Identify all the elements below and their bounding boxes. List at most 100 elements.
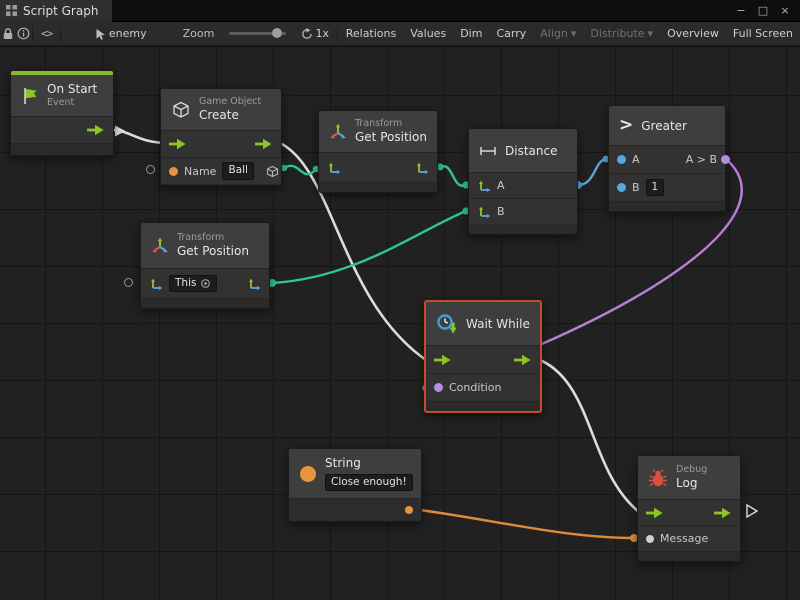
control-output-port[interactable]	[714, 507, 732, 519]
port-label: A	[632, 153, 640, 166]
node-get-position-enemy[interactable]: Transform Get Position	[318, 110, 438, 193]
port-row: This	[141, 269, 269, 299]
node-wait-while[interactable]: Wait While Condition	[424, 300, 542, 413]
minimize-icon[interactable]: −	[730, 0, 752, 22]
node-category: Debug	[676, 464, 707, 476]
control-input-port[interactable]	[434, 354, 452, 366]
zoom-slider[interactable]	[229, 32, 285, 35]
control-input-port[interactable]	[646, 507, 664, 519]
node-string-literal[interactable]: String Close enough!	[288, 448, 422, 522]
node-title: Wait While	[466, 317, 530, 331]
node-footer	[426, 402, 540, 411]
tab-script-graph[interactable]: Script Graph	[0, 0, 112, 22]
node-header: Game Object Create	[161, 89, 281, 131]
port-label: A	[497, 179, 505, 192]
port-label: Name	[184, 165, 216, 178]
distribute-button[interactable]: Distribute ▾	[583, 22, 660, 46]
vector-input-port-a[interactable]	[477, 179, 491, 193]
target-icon	[200, 278, 211, 289]
port-row: Condition	[426, 374, 540, 402]
graph-target-button[interactable]: enemy	[88, 22, 154, 46]
port-row: Message	[638, 526, 740, 552]
dim-button[interactable]: Dim	[453, 22, 489, 46]
node-header: Debug Log	[638, 456, 740, 500]
name-value: Ball	[228, 164, 247, 178]
result-output-port[interactable]	[721, 155, 730, 164]
script-graph-icon	[6, 5, 17, 16]
play-triangle-icon	[746, 504, 758, 518]
condition-input-port[interactable]	[434, 383, 443, 392]
port-row: A A > B	[609, 146, 725, 174]
node-on-start-event[interactable]: On Start Event	[10, 70, 114, 156]
position-output-port[interactable]	[247, 277, 261, 291]
wait-while-icon	[436, 313, 458, 335]
transform-input-port[interactable]	[327, 161, 341, 175]
relations-button[interactable]: Relations	[339, 22, 404, 46]
unconnected-port[interactable]	[124, 278, 133, 287]
node-title: On Start	[47, 82, 97, 97]
zoom-reset-button[interactable]: 1x	[294, 22, 337, 46]
node-get-position-self[interactable]: Transform Get Position This	[140, 222, 270, 309]
b-input-port[interactable]	[617, 183, 626, 192]
maximize-icon[interactable]: □	[752, 0, 774, 22]
node-title: String	[325, 456, 413, 471]
node-title: Create	[199, 108, 261, 123]
node-category: Game Object	[199, 96, 261, 108]
node-distance[interactable]: Distance A B	[468, 128, 578, 235]
node-title: Greater	[641, 119, 687, 133]
game-object-output-port[interactable]	[266, 165, 279, 178]
unconnected-port[interactable]	[146, 165, 155, 174]
string-value: Close enough!	[331, 476, 407, 490]
port-row	[638, 500, 740, 526]
overview-button[interactable]: Overview	[660, 22, 726, 46]
node-title: Get Position	[355, 130, 427, 145]
node-footer	[469, 225, 577, 234]
port-row: B 1	[609, 174, 725, 202]
full-screen-button[interactable]: Full Screen	[726, 22, 800, 46]
distance-icon	[479, 145, 497, 157]
code-preview-button[interactable]: <>	[34, 22, 59, 46]
target-value: This	[175, 277, 196, 291]
control-output-port[interactable]	[255, 138, 273, 150]
zoom-slider-handle[interactable]	[272, 28, 282, 38]
node-subtitle: Event	[47, 97, 97, 109]
chevron-down-icon: ▾	[571, 27, 577, 40]
node-footer	[319, 183, 437, 192]
message-input-port[interactable]	[646, 535, 654, 543]
zoom-label: Zoom	[176, 22, 222, 46]
position-output-port[interactable]	[415, 161, 429, 175]
toolbar-separator	[32, 26, 33, 42]
string-output-port[interactable]	[405, 506, 413, 514]
node-game-object-create[interactable]: Game Object Create Name Ball	[160, 88, 282, 186]
info-icon[interactable]	[16, 22, 32, 46]
b-value: 1	[652, 181, 659, 195]
node-title: Distance	[505, 144, 557, 158]
port-row: A	[469, 173, 577, 199]
control-output-port[interactable]	[87, 124, 105, 136]
target-value-input[interactable]: This	[169, 275, 217, 293]
bug-icon	[648, 468, 668, 488]
name-value-input[interactable]: Ball	[222, 162, 253, 180]
control-input-port[interactable]	[169, 138, 187, 150]
zoom-reset-icon	[301, 28, 313, 40]
node-debug-log[interactable]: Debug Log Message	[637, 455, 741, 562]
carry-button[interactable]: Carry	[489, 22, 533, 46]
vector-input-port-b[interactable]	[477, 205, 491, 219]
lock-icon[interactable]	[0, 22, 16, 46]
graph-target-label: enemy	[109, 27, 147, 40]
node-title: Log	[676, 476, 707, 491]
close-icon[interactable]: ×	[774, 0, 796, 22]
node-greater[interactable]: > Greater A A > B B 1	[608, 105, 726, 212]
string-value-input[interactable]: Close enough!	[325, 474, 413, 492]
string-icon	[299, 465, 317, 483]
cube-icon	[171, 100, 191, 120]
name-input-port[interactable]	[169, 167, 178, 176]
align-button[interactable]: Align ▾	[533, 22, 583, 46]
node-header: Wait While	[426, 302, 540, 346]
transform-input-port[interactable]	[149, 277, 163, 291]
b-value-input[interactable]: 1	[646, 179, 665, 197]
a-input-port[interactable]	[617, 155, 626, 164]
align-label: Align	[540, 27, 568, 40]
control-output-port[interactable]	[514, 354, 532, 366]
values-button[interactable]: Values	[403, 22, 453, 46]
